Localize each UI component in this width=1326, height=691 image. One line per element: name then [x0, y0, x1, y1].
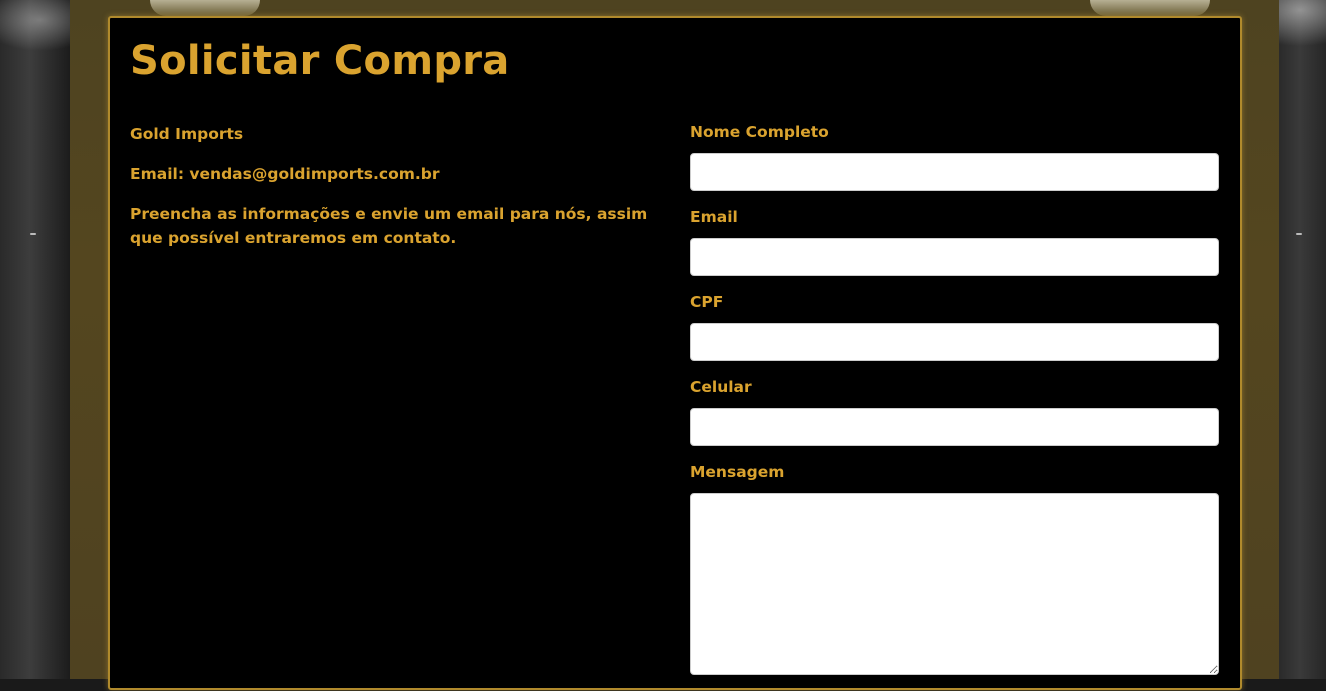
background-detail	[30, 233, 36, 235]
frame-glint	[150, 0, 260, 16]
purchase-form: Nome Completo Email CPF Celular Mensagem	[690, 122, 1220, 691]
phone-label: Celular	[690, 378, 752, 396]
frame-glint	[1090, 0, 1210, 16]
email-label: Email	[690, 208, 738, 226]
message-textarea[interactable]	[690, 493, 1219, 675]
background-detail	[1296, 233, 1302, 235]
instructions-text: Preencha as informações e envie um email…	[130, 205, 648, 247]
email-input[interactable]	[690, 238, 1219, 276]
name-label: Nome Completo	[690, 123, 829, 141]
cpf-input[interactable]	[690, 323, 1219, 361]
company-name: Gold Imports	[130, 125, 244, 143]
contact-email: Email: vendas@goldimports.com.br	[130, 165, 440, 183]
message-label: Mensagem	[690, 463, 785, 481]
full-name-input[interactable]	[690, 153, 1219, 191]
phone-input[interactable]	[690, 408, 1219, 446]
purchase-request-panel: Solicitar Compra Gold Imports Email: ven…	[108, 16, 1242, 690]
cpf-label: CPF	[690, 293, 724, 311]
contact-info: Gold Imports Email: vendas@goldimports.c…	[130, 122, 670, 266]
page-title: Solicitar Compra	[130, 38, 510, 84]
